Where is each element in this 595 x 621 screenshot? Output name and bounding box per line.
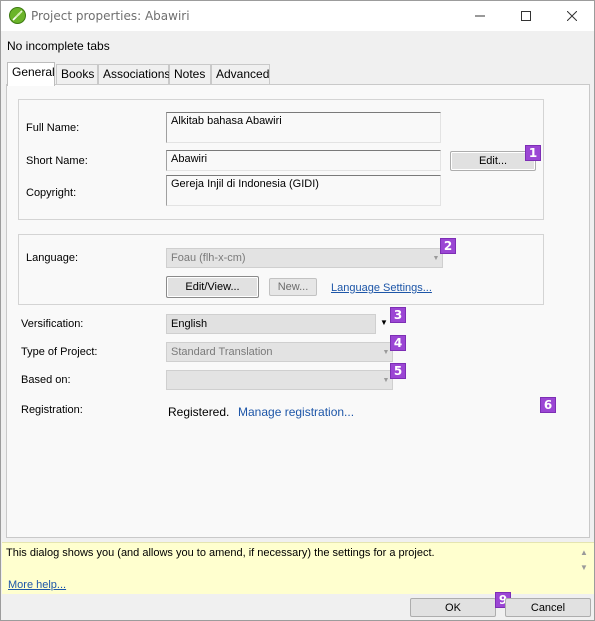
tab-general[interactable]: General	[7, 62, 55, 86]
cancel-button[interactable]: Cancel	[505, 598, 591, 617]
registration-label: Registration:	[21, 404, 83, 416]
short-name-label: Short Name:	[26, 155, 88, 167]
copyright-label: Copyright:	[26, 187, 77, 199]
versification-dropdown-arrow-icon[interactable]: ▼	[380, 318, 388, 327]
short-name-edit-button[interactable]: Edit...	[450, 151, 536, 171]
more-help-link[interactable]: More help...	[8, 579, 66, 591]
manage-registration-link[interactable]: Manage registration...	[238, 405, 354, 419]
callout-badge-4: 4	[390, 335, 406, 351]
minimize-button[interactable]	[457, 1, 503, 31]
callout-badge-5: 5	[390, 363, 406, 379]
callout-badge-2: 2	[440, 238, 456, 254]
project-properties-dialog: Project properties: Abawiri No incomplet…	[0, 0, 595, 621]
short-name-field[interactable]: Abawiri	[166, 150, 441, 171]
maximize-icon	[521, 11, 531, 21]
window-title: Project properties: Abawiri	[31, 9, 190, 23]
based-on-select[interactable]: ▼	[166, 370, 393, 390]
project-type-value: Standard Translation	[171, 346, 273, 358]
based-on-label: Based on:	[21, 374, 71, 386]
project-type-label: Type of Project:	[21, 346, 98, 358]
close-button[interactable]	[549, 1, 595, 31]
language-select[interactable]: Foau (flh-x-cm) ▼	[166, 248, 443, 268]
scroll-up-arrow-icon[interactable]: ▲	[579, 547, 589, 557]
ok-button[interactable]: OK	[410, 598, 496, 617]
callout-badge-6: 6	[540, 397, 556, 413]
copyright-field[interactable]: Gereja Injil di Indonesia (GIDI)	[166, 175, 441, 206]
tab-associations[interactable]: Associations	[98, 64, 170, 84]
paratext-leaf-icon	[9, 7, 26, 24]
tab-advanced[interactable]: Advanced	[211, 64, 270, 84]
full-name-label: Full Name:	[26, 122, 80, 134]
close-icon	[567, 11, 577, 21]
versification-select[interactable]: English	[166, 314, 376, 334]
maximize-button[interactable]	[503, 1, 549, 31]
language-label: Language:	[26, 252, 78, 264]
tab-notes[interactable]: Notes	[169, 64, 211, 84]
full-name-field[interactable]: Alkitab bahasa Abawiri	[166, 112, 441, 143]
language-value: Foau (flh-x-cm)	[171, 252, 246, 264]
versification-label: Versification:	[21, 318, 84, 330]
registration-status: Registered.	[168, 405, 230, 419]
language-new-button[interactable]: New...	[269, 278, 317, 296]
callout-badge-3: 3	[390, 307, 406, 323]
project-type-select[interactable]: Standard Translation ▼	[166, 342, 393, 362]
scroll-down-arrow-icon[interactable]: ▼	[579, 562, 589, 572]
tab-books[interactable]: Books	[56, 64, 98, 84]
language-settings-link[interactable]: Language Settings...	[331, 282, 432, 294]
minimize-icon	[475, 15, 485, 17]
incomplete-tabs-status: No incomplete tabs	[7, 39, 110, 53]
help-text: This dialog shows you (and allows you to…	[6, 547, 435, 559]
language-edit-view-button[interactable]: Edit/View...	[166, 276, 259, 298]
callout-badge-1: 1	[525, 145, 541, 161]
